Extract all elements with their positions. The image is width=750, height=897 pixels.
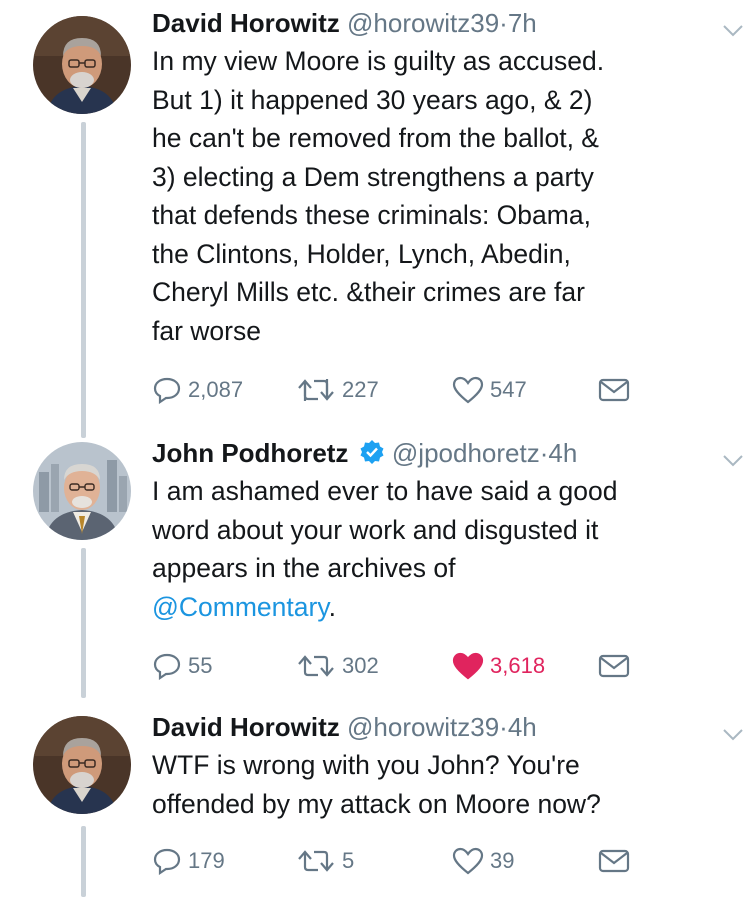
tweet-text-line: WTF is wrong with you John? You're — [152, 750, 580, 780]
envelope-icon — [598, 378, 630, 402]
avatar[interactable] — [33, 716, 131, 814]
heart-icon — [452, 652, 484, 680]
reply-button[interactable]: 179 — [152, 846, 225, 876]
display-name[interactable]: John Podhoretz — [152, 438, 348, 468]
tweet-text-line: 3) electing a Dem strengthens a party — [152, 161, 594, 192]
tweet-text-line: Cheryl Mills etc. &their crimes are far — [152, 277, 585, 307]
tweet-text: In my view Moore is guilty as accused. B… — [152, 42, 712, 350]
tweet-text-line: I am ashamed ever to have said a good — [152, 476, 618, 506]
tweet-text-line: far worse — [152, 315, 261, 346]
tweet-actions: 2,087 227 547 — [152, 375, 642, 405]
retweet-button[interactable]: 227 — [296, 375, 379, 405]
envelope-icon — [598, 849, 630, 873]
tweet-header: David Horowitz @horowitz39·4h — [152, 710, 743, 744]
verified-badge-icon — [359, 439, 385, 473]
tweet-text-line: word about your work and disgusted it — [152, 514, 599, 545]
reply-icon — [153, 377, 181, 404]
reply-count: 55 — [188, 653, 213, 678]
tweet-actions: 55 302 3,618 — [152, 651, 642, 681]
direct-message-button[interactable] — [598, 846, 636, 876]
direct-message-button[interactable] — [598, 375, 636, 405]
separator-dot: · — [499, 712, 508, 742]
user-handle[interactable]: @horowitz39 — [347, 8, 499, 38]
tweet[interactable]: David Horowitz @horowitz39·4h WTF is wro… — [0, 704, 750, 897]
envelope-icon — [598, 654, 630, 678]
tweet[interactable]: John Podhoretz @jpodhoretz·4h I am asham… — [0, 430, 750, 700]
reply-count: 2,087 — [188, 377, 244, 402]
timestamp[interactable]: 4h — [508, 712, 537, 742]
retweet-count: 302 — [342, 653, 379, 678]
tweet-actions: 179 5 39 — [152, 846, 642, 876]
retweet-button[interactable]: 302 — [296, 651, 379, 681]
tweet-text-line: appears in the archives of — [152, 553, 456, 583]
retweet-icon — [298, 379, 334, 401]
retweet-icon — [298, 850, 334, 872]
like-count: 547 — [490, 377, 527, 402]
tweet-header: David Horowitz @horowitz39·7h — [152, 6, 743, 40]
separator-dot: · — [499, 8, 508, 38]
timestamp[interactable]: 7h — [508, 8, 537, 38]
mention-suffix: . — [328, 591, 336, 622]
heart-icon — [452, 847, 484, 875]
tweet-text-line: the Clintons, Holder, Lynch, Abedin, — [152, 238, 571, 269]
tweet-text-line: @Commentary. — [152, 588, 712, 627]
heart-icon — [452, 376, 484, 404]
reply-button[interactable]: 55 — [152, 651, 212, 681]
display-name[interactable]: David Horowitz — [152, 8, 340, 38]
display-name[interactable]: David Horowitz — [152, 712, 340, 742]
reply-button[interactable]: 2,087 — [152, 375, 243, 405]
tweet-text: WTF is wrong with you John? You're offen… — [152, 746, 712, 823]
chevron-down-icon[interactable] — [722, 442, 744, 476]
like-button[interactable]: 39 — [452, 846, 514, 876]
avatar[interactable] — [33, 16, 131, 114]
reply-count: 179 — [188, 848, 225, 873]
reply-icon — [153, 848, 181, 875]
tweet-text: I am ashamed ever to have said a good wo… — [152, 472, 712, 626]
tweet-text-line: offended by my attack on Moore now? — [152, 788, 601, 819]
avatar[interactable] — [33, 442, 131, 540]
tweet-text-line: In my view Moore is guilty as accused. — [152, 46, 605, 76]
tweet-text-line: he can't be removed from the ballot, & — [152, 123, 599, 153]
user-handle[interactable]: @horowitz39 — [347, 712, 499, 742]
direct-message-button[interactable] — [598, 651, 636, 681]
retweet-button[interactable]: 5 — [296, 846, 354, 876]
like-count: 3,618 — [490, 653, 546, 678]
like-button[interactable]: 547 — [452, 375, 527, 405]
chevron-down-icon[interactable] — [722, 12, 744, 46]
like-button[interactable]: 3,618 — [452, 651, 545, 681]
user-handle[interactable]: @jpodhoretz — [392, 438, 540, 468]
tweet-text-line: that defends these criminals: Obama, — [152, 200, 591, 230]
tweet-header: John Podhoretz @jpodhoretz·4h — [152, 436, 743, 473]
tweet[interactable]: David Horowitz @horowitz39·7h In my view… — [0, 0, 750, 420]
retweet-count: 5 — [342, 848, 355, 873]
timestamp[interactable]: 4h — [548, 438, 577, 468]
reply-icon — [153, 653, 181, 680]
tweet-text-line: But 1) it happened 30 years ago, & 2) — [152, 84, 593, 115]
chevron-down-icon[interactable] — [722, 716, 744, 750]
retweet-count: 227 — [342, 377, 379, 402]
like-count: 39 — [490, 848, 515, 873]
retweet-icon — [298, 655, 334, 677]
mention-link[interactable]: @Commentary — [152, 592, 329, 622]
